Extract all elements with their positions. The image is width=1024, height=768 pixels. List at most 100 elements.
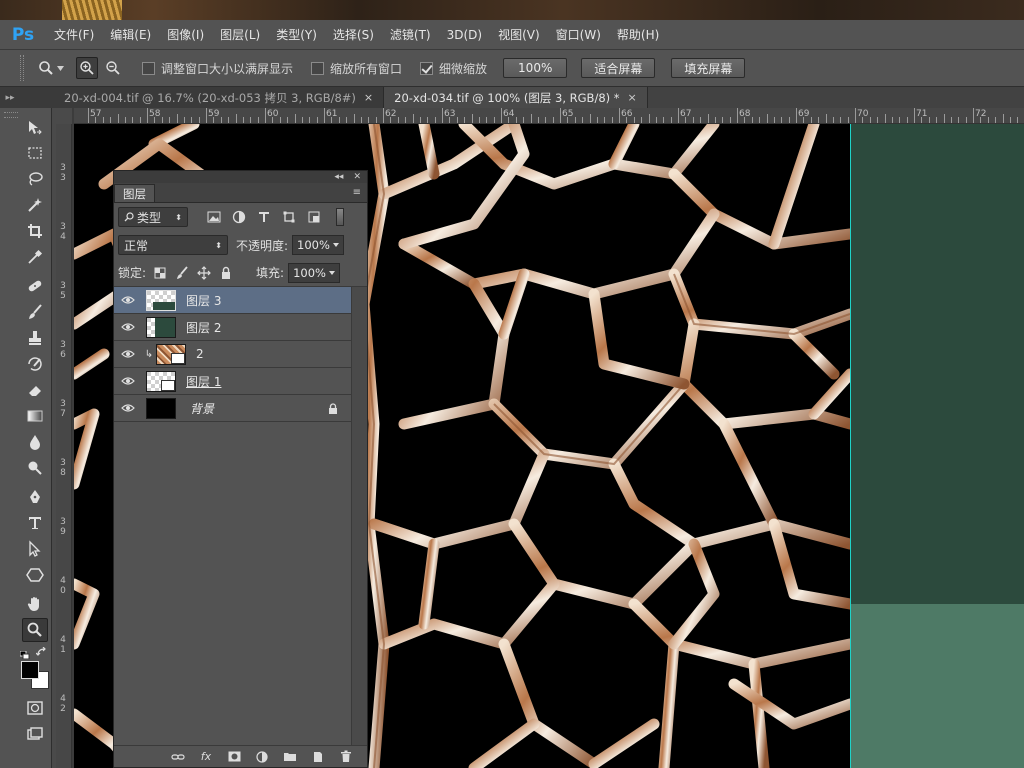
collapse-panel-icon[interactable]: ◂◂ — [334, 172, 343, 182]
default-colors-icon[interactable] — [19, 648, 30, 660]
zoom-all-windows-box[interactable] — [311, 61, 325, 75]
tab-document-004-close[interactable]: × — [364, 91, 373, 104]
lasso-tool[interactable] — [22, 167, 48, 191]
new-layer-icon[interactable] — [311, 750, 325, 764]
zoom-all-windows-checkbox[interactable]: 缩放所有窗口 — [311, 60, 402, 77]
layer-name[interactable]: 2 — [196, 347, 204, 361]
pen-tool[interactable] — [22, 485, 48, 509]
layer-name[interactable]: 图层 3 — [186, 292, 221, 309]
gradient-tool[interactable] — [22, 404, 48, 428]
filter-toggle-switch[interactable] — [336, 208, 344, 226]
scrubby-zoom-box[interactable] — [420, 61, 434, 75]
tab-layers[interactable]: 图层 — [114, 184, 155, 202]
type-tool[interactable] — [22, 511, 48, 535]
new-adjustment-layer-icon[interactable] — [255, 750, 269, 764]
quick-mask-button[interactable] — [22, 696, 48, 720]
menu-view[interactable]: 视图(V) — [490, 26, 548, 43]
tool-preset-picker[interactable] — [38, 60, 64, 76]
dodge-tool[interactable] — [22, 456, 48, 480]
layer-row[interactable]: 图层 3 — [114, 287, 352, 314]
filter-type-layer-icon[interactable] — [256, 209, 272, 225]
visibility-eye-icon[interactable] — [114, 349, 142, 359]
visibility-eye-icon[interactable] — [114, 322, 142, 332]
zoom-out-button[interactable] — [102, 57, 124, 79]
fill-screen-button[interactable]: 填充屏幕 — [671, 58, 746, 78]
menu-help[interactable]: 帮助(H) — [609, 26, 667, 43]
fill-input[interactable]: 100% — [288, 262, 341, 283]
visibility-eye-icon[interactable] — [114, 295, 142, 305]
layer-row[interactable]: 图层 1 — [114, 368, 352, 395]
filter-adjustment-layer-icon[interactable] — [231, 209, 247, 225]
menu-window[interactable]: 窗口(W) — [548, 26, 609, 43]
tab-document-004[interactable]: 20-xd-004.tif @ 16.7% (20-xd-053 拷贝 3, R… — [20, 87, 385, 108]
screen-mode-button[interactable] — [22, 722, 48, 746]
ruler-minor-tick — [309, 117, 311, 123]
visibility-eye-icon[interactable] — [114, 376, 142, 386]
layer-row[interactable]: 背景 — [114, 395, 352, 422]
swap-colors-icon[interactable] — [35, 646, 48, 656]
opacity-input[interactable]: 100% — [292, 235, 345, 255]
lock-transparent-pixels-icon[interactable] — [152, 265, 168, 281]
foreground-color-swatch[interactable] — [21, 661, 39, 679]
filter-kind-select[interactable]: 类型 ⬍ — [118, 207, 188, 227]
options-bar-grip[interactable] — [20, 55, 24, 81]
menu-file[interactable]: 文件(F) — [46, 26, 102, 43]
layer-row[interactable]: ↳ 2 — [114, 341, 352, 368]
link-layers-icon[interactable] — [171, 750, 185, 764]
filter-shape-layer-icon[interactable] — [281, 209, 297, 225]
add-mask-icon[interactable] — [227, 750, 241, 764]
menu-edit[interactable]: 编辑(E) — [102, 26, 159, 43]
delete-layer-icon[interactable] — [339, 750, 353, 764]
scrubby-zoom-checkbox[interactable]: 细微缩放 — [420, 60, 487, 77]
horizontal-ruler[interactable]: 57 58 59 60 61 62 63 64 65 66 67 68 69 70 71 72 — [74, 108, 1024, 124]
menu-type[interactable]: 类型(Y) — [268, 26, 325, 43]
zoom-tool[interactable] — [22, 618, 48, 642]
lock-all-icon[interactable] — [218, 265, 234, 281]
eyedropper-tool[interactable] — [22, 245, 48, 269]
layers-scrollbar[interactable] — [351, 287, 367, 745]
panel-collapse-arrows[interactable]: ▸▸ — [0, 87, 20, 108]
lock-image-pixels-icon[interactable] — [174, 265, 190, 281]
brush-tool[interactable] — [22, 300, 48, 324]
tab-document-034-close[interactable]: × — [628, 91, 637, 104]
layer-row[interactable]: 图层 2 — [114, 314, 352, 341]
marquee-tool[interactable] — [22, 141, 48, 165]
visibility-eye-icon[interactable] — [114, 403, 142, 413]
layer-name[interactable]: 背景 — [190, 400, 214, 417]
filter-smart-object-icon[interactable] — [306, 209, 322, 225]
magic-wand-tool[interactable] — [22, 193, 48, 217]
vertical-ruler[interactable]: 33343536373839404142 — [56, 124, 72, 768]
shape-tool[interactable] — [22, 563, 48, 587]
move-tool[interactable] — [22, 116, 48, 140]
close-panel-icon[interactable]: ✕ — [353, 172, 361, 182]
tab-document-034[interactable]: 20-xd-034.tif @ 100% (图层 3, RGB/8) * × — [384, 87, 648, 108]
resize-windows-box[interactable] — [142, 61, 155, 75]
fit-screen-button[interactable]: 适合屏幕 — [581, 58, 656, 78]
clone-stamp-tool[interactable] — [22, 326, 48, 350]
path-selection-tool[interactable] — [22, 537, 48, 561]
layer-name[interactable]: 图层 2 — [186, 319, 221, 336]
layer-name[interactable]: 图层 1 — [186, 373, 221, 390]
menu-select[interactable]: 选择(S) — [325, 26, 382, 43]
panel-menu-icon[interactable]: ≡ — [353, 187, 361, 198]
menu-image[interactable]: 图像(I) — [159, 26, 212, 43]
layer-style-icon[interactable]: fx — [199, 750, 213, 764]
menu-filter[interactable]: 滤镜(T) — [382, 26, 439, 43]
actual-pixels-button[interactable]: 100% — [503, 58, 568, 78]
resize-windows-checkbox[interactable]: 调整窗口大小以满屏显示 — [142, 60, 293, 77]
eraser-tool[interactable] — [22, 378, 48, 402]
filter-pixel-layer-icon[interactable] — [206, 209, 222, 225]
tools-panel-grip[interactable] — [4, 112, 18, 118]
crop-tool[interactable] — [22, 219, 48, 243]
blend-mode-select[interactable]: 正常 ⬍ — [118, 235, 228, 255]
lock-position-icon[interactable] — [196, 265, 212, 281]
menu-layer[interactable]: 图层(L) — [212, 26, 268, 43]
blur-tool[interactable] — [22, 430, 48, 454]
zoom-in-button[interactable] — [76, 57, 98, 79]
menu-3d[interactable]: 3D(D) — [439, 28, 490, 42]
healing-brush-tool[interactable] — [22, 274, 48, 298]
hand-tool[interactable] — [22, 592, 48, 616]
history-brush-tool[interactable] — [22, 352, 48, 376]
document-tab-bar: ▸▸ 20-xd-004.tif @ 16.7% (20-xd-053 拷贝 3… — [0, 87, 1024, 108]
new-group-icon[interactable] — [283, 750, 297, 764]
